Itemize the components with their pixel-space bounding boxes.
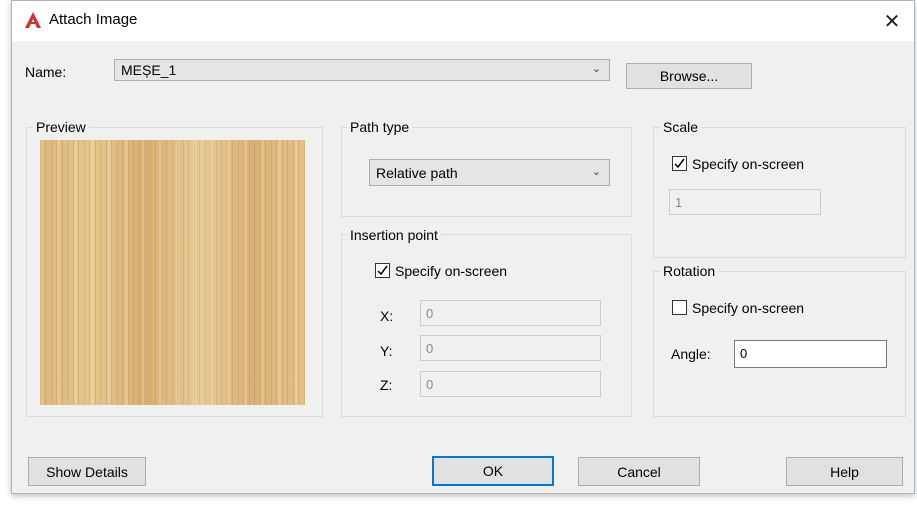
ok-button[interactable]: OK — [432, 456, 554, 486]
preview-image — [40, 140, 305, 405]
preview-title: Preview — [33, 119, 89, 135]
z-input[interactable]: 0 — [420, 371, 601, 397]
close-icon: ✕ — [883, 10, 901, 33]
chevron-down-icon: ⌄ — [591, 63, 601, 75]
title-bar: Attach Image ✕ — [12, 1, 914, 41]
rotation-specify-label: Specify on-screen — [692, 300, 805, 316]
window-title: Attach Image — [49, 11, 138, 28]
name-label: Name: — [25, 64, 67, 80]
cancel-button[interactable]: Cancel — [578, 457, 700, 486]
y-label: Y: — [380, 343, 393, 359]
browse-button[interactable]: Browse... — [626, 63, 752, 89]
scale-input[interactable]: 1 — [669, 189, 821, 215]
y-input[interactable]: 0 — [420, 335, 601, 361]
insertion-point-title: Insertion point — [347, 227, 441, 243]
attach-image-dialog: Attach Image ✕ Name: MEȘE_1 ⌄ Browse... … — [11, 0, 915, 494]
help-button[interactable]: Help — [786, 457, 903, 486]
insertion-specify-label: Specify on-screen — [395, 263, 508, 279]
insertion-specify-checkbox[interactable] — [375, 263, 390, 278]
autocad-logo-icon — [25, 12, 41, 28]
close-button[interactable]: ✕ — [870, 1, 914, 41]
angle-label: Angle: — [671, 346, 711, 362]
scale-title: Scale — [660, 119, 702, 135]
name-combo[interactable]: MEȘE_1 ⌄ — [114, 59, 610, 81]
chevron-down-icon: ⌄ — [591, 166, 601, 178]
x-input[interactable]: 0 — [420, 300, 601, 326]
z-label: Z: — [380, 377, 393, 393]
path-type-value: Relative path — [376, 165, 458, 181]
rotation-title: Rotation — [660, 263, 719, 279]
scale-specify-checkbox[interactable] — [672, 156, 687, 171]
x-label: X: — [380, 308, 394, 324]
scale-specify-label: Specify on-screen — [692, 156, 805, 172]
name-value: MEȘE_1 — [121, 62, 177, 78]
checkmark-icon — [674, 158, 685, 169]
angle-input[interactable]: 0 — [734, 340, 887, 368]
rotation-specify-checkbox[interactable] — [672, 300, 687, 315]
path-type-title: Path type — [347, 119, 413, 135]
show-details-button[interactable]: Show Details — [28, 457, 146, 486]
path-type-combo[interactable]: Relative path ⌄ — [369, 159, 610, 186]
checkmark-icon — [377, 265, 388, 276]
